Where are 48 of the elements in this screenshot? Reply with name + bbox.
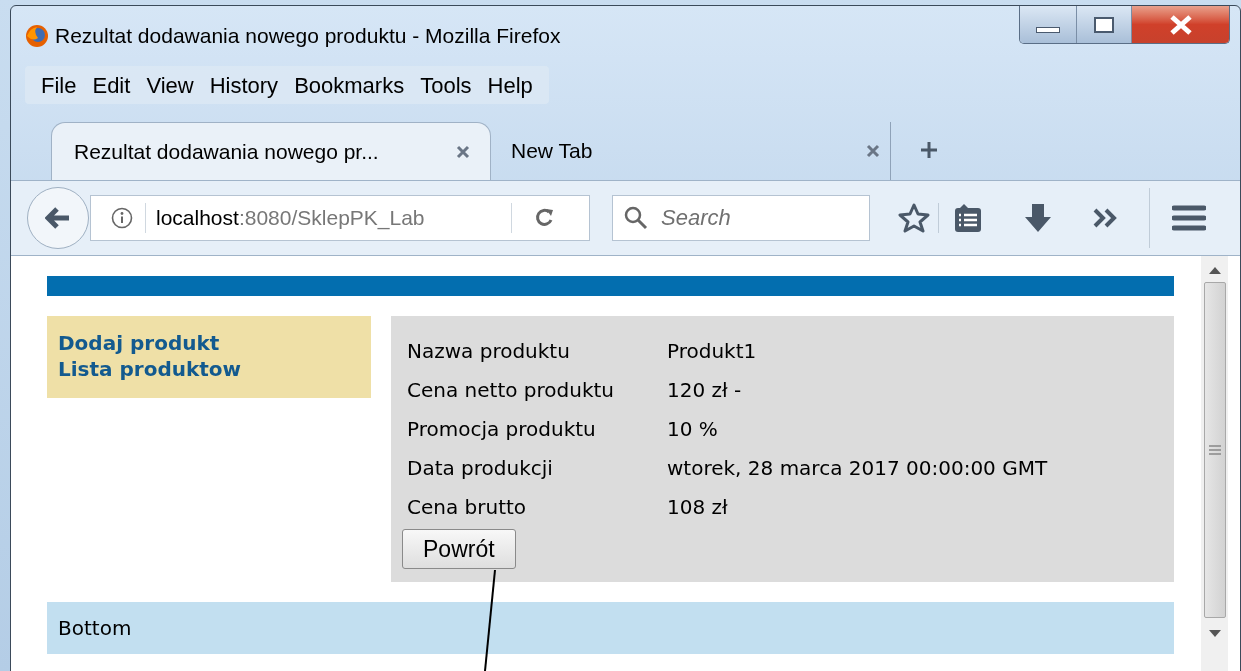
menu-item[interactable]: Bookmarks	[288, 68, 411, 102]
search-icon	[624, 206, 648, 230]
field-value: Produkt1	[667, 338, 758, 365]
download-icon[interactable]	[1023, 202, 1053, 234]
window-title: Rezultat dodawania nowego produktu - Mozilla Firefox	[55, 23, 561, 50]
back-arrow-icon	[45, 207, 71, 229]
field-value: 10 %	[667, 416, 719, 443]
star-icon[interactable]	[898, 202, 930, 234]
field-label: Cena netto produktu	[407, 377, 615, 404]
reload-icon[interactable]	[534, 207, 556, 229]
field-label: Cena brutto	[407, 494, 528, 521]
url-text: localhost:8080/SklepPK_Lab	[156, 205, 426, 232]
field-value: 108 zł	[667, 494, 729, 521]
menu-item[interactable]: File	[35, 68, 83, 102]
footer-text: Bottom	[47, 602, 1174, 654]
vertical-scrollbar[interactable]	[1201, 256, 1228, 671]
scroll-down-icon[interactable]	[1208, 630, 1221, 638]
maximize-button[interactable]	[1076, 6, 1131, 43]
close-button[interactable]	[1131, 6, 1229, 43]
menu-item[interactable]: History	[203, 68, 285, 102]
menu-item[interactable]: Help	[481, 68, 539, 102]
close-tab-icon[interactable]	[866, 144, 880, 158]
info-icon[interactable]	[111, 207, 133, 229]
menu-icon[interactable]	[1172, 204, 1206, 232]
close-icon	[1168, 14, 1193, 35]
browser-logo-icon	[25, 24, 49, 48]
scroll-up-icon[interactable]	[1208, 266, 1221, 274]
close-tab-icon[interactable]	[456, 144, 470, 159]
field-value: 120 zł -	[667, 377, 743, 404]
search-field[interactable]: Search	[612, 195, 870, 241]
menu-item[interactable]: Tools	[414, 68, 478, 102]
field-label: Nazwa produktu	[407, 338, 571, 365]
minimize-button[interactable]	[1020, 6, 1076, 43]
new-tab-icon[interactable]	[919, 140, 939, 160]
scrollbar-thumb[interactable]	[1203, 282, 1226, 618]
field-label: Data produkcji	[407, 455, 554, 482]
grip-icon	[1208, 445, 1221, 455]
field-value: wtorek, 28 marca 2017 00:00:00 GMT	[667, 455, 1048, 482]
list-icon[interactable]	[953, 202, 983, 234]
field-label: Promocja produktu	[407, 416, 597, 443]
chevrons-icon[interactable]	[1093, 208, 1119, 228]
return-button[interactable]: Powrót	[402, 529, 516, 569]
address-bar[interactable]: localhost:8080/SklepPK_Lab	[90, 195, 590, 241]
menu-item[interactable]: View	[140, 68, 200, 102]
nav-link[interactable]: Lista produktow	[58, 356, 242, 382]
menu-item[interactable]: Edit	[86, 68, 137, 102]
browser-tab[interactable]: Rezultat dodawania nowego pr...	[51, 122, 491, 180]
nav-link[interactable]: Dodaj produkt	[58, 330, 220, 356]
